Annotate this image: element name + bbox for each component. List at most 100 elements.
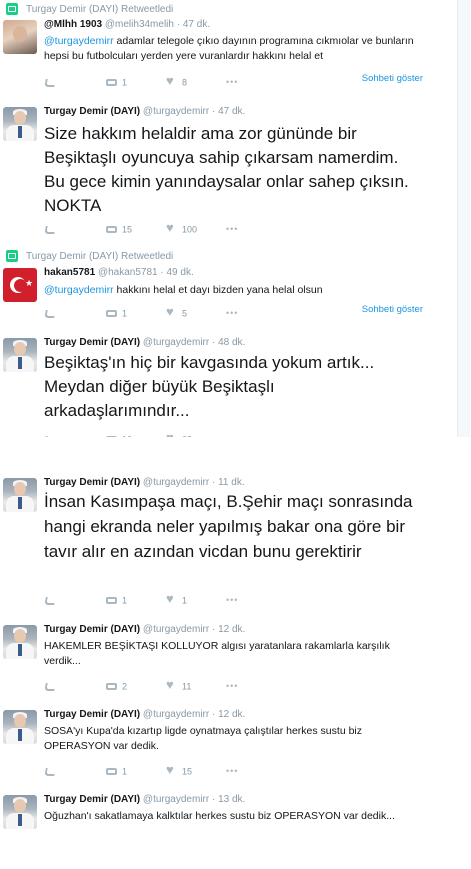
tweet[interactable]: Turgay Demir (DAYI) Retweetledi ★ hakan5… bbox=[0, 244, 433, 329]
author-name[interactable]: Turgay Demir (DAYI) bbox=[44, 337, 140, 348]
more-button[interactable] bbox=[226, 679, 242, 693]
more-button[interactable] bbox=[226, 593, 242, 607]
retweet-icon bbox=[106, 308, 118, 320]
author-handle[interactable]: @turgaydemirr bbox=[143, 624, 209, 635]
more-button[interactable] bbox=[226, 222, 242, 236]
reply-button[interactable] bbox=[44, 593, 60, 607]
tweet-actions: 2 11 bbox=[44, 678, 424, 693]
scrollbar[interactable] bbox=[457, 0, 470, 437]
like-count: 8 bbox=[182, 77, 188, 88]
mention-link[interactable]: @turgaydemirr bbox=[44, 284, 114, 296]
tweet[interactable]: Turgay Demir (DAYI) @turgaydemirr · 11 d… bbox=[0, 470, 463, 616]
tweet-text: İnsan Kasımpaşa maçı, B.Şehir maçı sonra… bbox=[44, 492, 413, 561]
reply-icon bbox=[44, 224, 56, 236]
tweet-actions: 15 100 bbox=[44, 221, 424, 236]
tweet[interactable]: Turgay Demir (DAYI) @turgaydemirr · 13 d… bbox=[0, 785, 463, 869]
author-name[interactable]: Turgay Demir (DAYI) bbox=[44, 106, 140, 117]
like-button[interactable]: 5 bbox=[166, 305, 187, 320]
heart-icon bbox=[166, 678, 178, 693]
retweet-button[interactable]: 1 bbox=[106, 75, 127, 89]
author-handle[interactable]: @hakan5781 bbox=[98, 267, 158, 278]
like-button[interactable]: 100 bbox=[166, 221, 198, 236]
heart-icon bbox=[166, 74, 178, 89]
tweet[interactable]: Turgay Demir (DAYI) @turgaydemirr · 12 d… bbox=[0, 700, 463, 786]
reply-button[interactable] bbox=[44, 222, 60, 236]
retweet-button[interactable]: 1 bbox=[106, 306, 127, 320]
author-name[interactable]: Turgay Demir (DAYI) bbox=[44, 794, 140, 805]
author-handle[interactable]: @turgaydemirr bbox=[143, 106, 209, 117]
like-count: 15 bbox=[182, 766, 193, 777]
like-count: 1 bbox=[182, 595, 188, 606]
avatar[interactable] bbox=[3, 338, 37, 372]
heart-icon bbox=[166, 763, 178, 778]
tweet-time[interactable]: · 47 dk. bbox=[212, 106, 245, 117]
author-handle[interactable]: @turgaydemirr bbox=[143, 794, 209, 805]
author-name[interactable]: @Mlhh 1903 bbox=[44, 19, 102, 30]
retweet-label: Turgay Demir (DAYI) Retweetledi bbox=[6, 3, 173, 16]
avatar[interactable] bbox=[3, 478, 37, 512]
tweet[interactable]: Turgay Demir (DAYI) @turgaydemirr · 48 d… bbox=[0, 328, 433, 449]
author-handle[interactable]: @turgaydemirr bbox=[143, 709, 209, 720]
tweet-time[interactable]: · 13 dk. bbox=[212, 794, 245, 805]
show-conversation-link[interactable]: Sohbeti göster bbox=[362, 304, 423, 315]
retweet-count: 15 bbox=[122, 224, 133, 235]
heart-icon bbox=[166, 592, 178, 607]
reply-icon bbox=[44, 308, 56, 320]
tweet-text: @turgaydemirr adamlar telegole çıkıo day… bbox=[44, 35, 414, 62]
reply-button[interactable] bbox=[44, 75, 60, 89]
like-button[interactable]: 11 bbox=[166, 678, 191, 693]
tweet[interactable]: Turgay Demir (DAYI) @turgaydemirr · 12 d… bbox=[0, 615, 463, 701]
retweet-button[interactable]: 1 bbox=[106, 593, 127, 607]
more-icon bbox=[226, 764, 238, 778]
tweet-time[interactable]: · 48 dk. bbox=[212, 337, 245, 348]
author-name[interactable]: Turgay Demir (DAYI) bbox=[44, 709, 140, 720]
more-icon bbox=[226, 593, 238, 607]
like-button[interactable]: 15 bbox=[166, 763, 193, 778]
retweet-button[interactable]: 1 bbox=[106, 764, 127, 778]
author-name[interactable]: Turgay Demir (DAYI) bbox=[44, 624, 140, 635]
reply-button[interactable] bbox=[44, 306, 60, 320]
tweet-text: Beşiktaş'ın hiç bir kavgasında yokum art… bbox=[44, 353, 375, 420]
reply-button[interactable] bbox=[44, 764, 60, 778]
author-name[interactable]: Turgay Demir (DAYI) bbox=[44, 477, 140, 488]
tweet-header: Turgay Demir (DAYI) @turgaydemirr · 12 d… bbox=[44, 709, 245, 720]
retweet-button[interactable]: 2 bbox=[106, 679, 127, 693]
reply-icon bbox=[44, 77, 56, 89]
tweet[interactable]: Turgay Demir (DAYI) Retweetledi @Mlhh 19… bbox=[0, 0, 433, 98]
avatar[interactable] bbox=[3, 107, 37, 141]
like-button[interactable]: 1 bbox=[166, 592, 188, 607]
author-handle[interactable]: @melih34melih bbox=[105, 19, 174, 30]
author-name[interactable]: hakan5781 bbox=[44, 267, 95, 278]
like-count: 100 bbox=[182, 224, 198, 235]
avatar[interactable] bbox=[3, 795, 37, 829]
retweet-icon bbox=[106, 224, 118, 236]
tweet-header: Turgay Demir (DAYI) @turgaydemirr · 12 d… bbox=[44, 624, 245, 635]
avatar[interactable] bbox=[3, 710, 37, 744]
tweet-time[interactable]: · 11 dk. bbox=[212, 477, 245, 488]
more-button[interactable] bbox=[226, 306, 242, 320]
reply-icon bbox=[44, 681, 56, 693]
tweet-time[interactable]: · 47 dk. bbox=[177, 19, 210, 30]
more-button[interactable] bbox=[226, 75, 242, 89]
reply-button[interactable] bbox=[44, 679, 60, 693]
tweet[interactable]: Turgay Demir (DAYI) @turgaydemirr · 47 d… bbox=[0, 97, 433, 245]
tweet-text: HAKEMLER BEŞİKTAŞI KOLLUYOR algısı yarat… bbox=[44, 640, 390, 667]
tweet-header: Turgay Demir (DAYI) @turgaydemirr · 11 d… bbox=[44, 477, 245, 488]
avatar[interactable] bbox=[3, 20, 37, 54]
tweet-actions: 1 1 bbox=[44, 592, 424, 607]
tweet-time[interactable]: · 12 dk. bbox=[212, 709, 245, 720]
retweet-icon bbox=[106, 595, 118, 607]
author-handle[interactable]: @turgaydemirr bbox=[143, 337, 209, 348]
mention-link[interactable]: @turgaydemirr bbox=[44, 35, 114, 47]
avatar[interactable] bbox=[3, 625, 37, 659]
show-conversation-link[interactable]: Sohbeti göster bbox=[362, 73, 423, 84]
retweet-count: 1 bbox=[122, 766, 128, 777]
tweet-time[interactable]: · 12 dk. bbox=[212, 624, 245, 635]
retweet-count: 1 bbox=[122, 77, 128, 88]
retweet-button[interactable]: 15 bbox=[106, 222, 132, 236]
author-handle[interactable]: @turgaydemirr bbox=[143, 477, 209, 488]
like-button[interactable]: 8 bbox=[166, 74, 188, 89]
avatar[interactable]: ★ bbox=[3, 268, 37, 302]
tweet-time[interactable]: · 49 dk. bbox=[160, 267, 193, 278]
more-button[interactable] bbox=[226, 764, 242, 778]
